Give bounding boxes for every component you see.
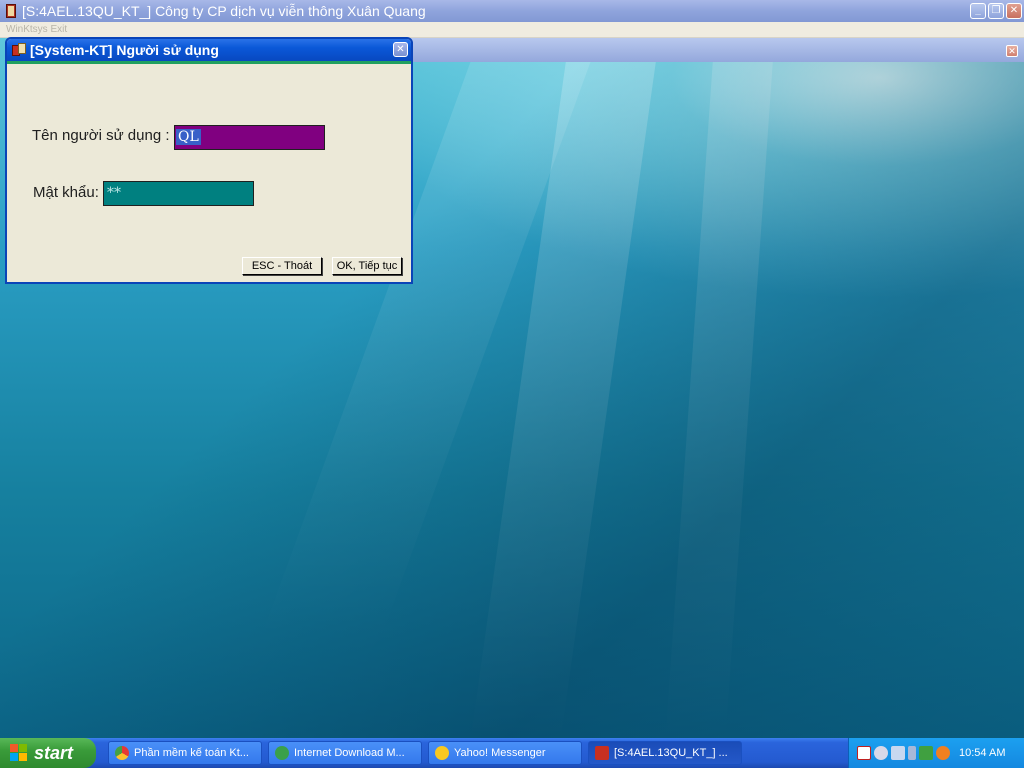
window-controls: _ ❐ ✕	[970, 3, 1022, 19]
main-window-title: [S:4AEL.13QU_KT_] Công ty CP dịch vụ viễ…	[22, 3, 426, 19]
password-input[interactable]: **	[103, 181, 254, 206]
minimize-button[interactable]: _	[970, 3, 986, 19]
login-dialog: [System-KT] Người sử dụng ✕ Tên người sử…	[5, 37, 413, 284]
child-window-titlebar[interactable]	[410, 38, 1024, 62]
start-label: start	[34, 742, 74, 763]
taskbar-item-accounting[interactable]: Phần mềm kế toán Kt...	[108, 741, 262, 765]
ok-button[interactable]: OK, Tiếp tục	[332, 257, 402, 275]
dialog-titlebar[interactable]: [System-KT] Người sử dụng ✕	[7, 39, 411, 61]
app-icon	[595, 746, 609, 760]
username-input[interactable]: QL	[174, 125, 325, 150]
dialog-accent-strip	[7, 61, 411, 64]
windows-flag-icon	[10, 744, 28, 762]
cancel-button[interactable]: ESC - Thoát	[242, 257, 322, 275]
username-label: Tên người sử dụng :	[32, 127, 170, 144]
start-button[interactable]: start	[0, 738, 96, 768]
restore-button[interactable]: ❐	[988, 3, 1004, 19]
dialog-title: [System-KT] Người sử dụng	[30, 42, 219, 58]
taskbar-item-label: Phần mềm kế toán Kt...	[134, 747, 249, 759]
firefox-icon[interactable]	[936, 746, 950, 760]
main-window-titlebar[interactable]: [S:4AEL.13QU_KT_] Công ty CP dịch vụ viễ…	[0, 0, 1024, 22]
dialog-close-button[interactable]: ✕	[393, 42, 408, 57]
download-manager-icon	[275, 746, 289, 760]
network-icon[interactable]	[891, 746, 905, 760]
chrome-icon	[115, 746, 129, 760]
taskbar: start Phần mềm kế toán Kt... Internet Do…	[0, 738, 1024, 768]
app-icon	[4, 3, 18, 19]
dialog-app-icon	[11, 42, 27, 58]
antivirus-icon[interactable]	[857, 746, 871, 760]
taskbar-item-app[interactable]: [S:4AEL.13QU_KT_] ...	[588, 741, 742, 765]
taskbar-item-label: Yahoo! Messenger	[454, 747, 546, 759]
taskbar-item-download-manager[interactable]: Internet Download M...	[268, 741, 422, 765]
taskbar-item-label: Internet Download M...	[294, 747, 405, 759]
taskbar-item-label: [S:4AEL.13QU_KT_] ...	[614, 747, 728, 759]
system-tray: 10:54 AM	[848, 738, 1024, 768]
child-window-close-button[interactable]: ✕	[1006, 45, 1018, 57]
menu-bar-text[interactable]: WinKtsys Exit	[6, 24, 67, 35]
clock[interactable]: 10:54 AM	[959, 747, 1005, 759]
menu-bar[interactable]: WinKtsys Exit	[0, 22, 1024, 38]
download-manager-tray-icon[interactable]	[919, 746, 933, 760]
taskbar-item-yahoo-messenger[interactable]: Yahoo! Messenger	[428, 741, 582, 765]
password-label: Mật khẩu:	[33, 184, 99, 201]
close-button[interactable]: ✕	[1006, 3, 1022, 19]
status-icon[interactable]	[874, 746, 888, 760]
yahoo-messenger-icon	[435, 746, 449, 760]
volume-icon[interactable]	[908, 746, 916, 760]
username-value: QL	[176, 129, 201, 145]
